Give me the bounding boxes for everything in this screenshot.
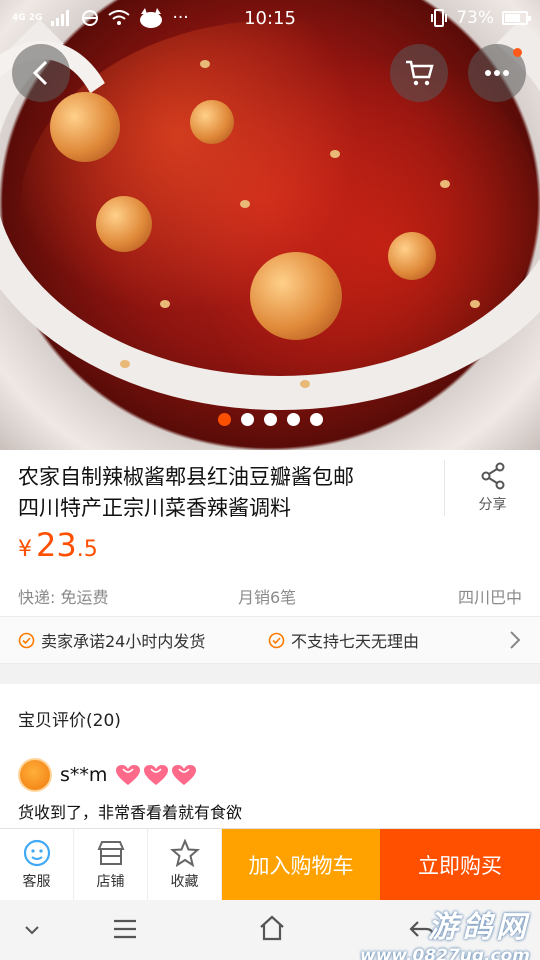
chevron-down-icon[interactable]: [24, 924, 40, 936]
soybean: [388, 232, 436, 280]
watermark-url: www.0827ug.com: [360, 946, 530, 960]
more-button[interactable]: [468, 44, 526, 102]
more-dots-icon: [485, 70, 509, 76]
chili-seed: [240, 200, 250, 208]
favorite-button[interactable]: 收藏: [148, 829, 222, 901]
carousel-dot[interactable]: [263, 413, 277, 426]
check-circle-icon: [268, 632, 285, 648]
shop-button[interactable]: 店铺: [74, 829, 148, 901]
share-icon: [481, 462, 504, 490]
star-icon: [169, 839, 200, 867]
notification-dot: [513, 48, 522, 57]
reviewer-name: s**m: [60, 764, 108, 786]
heart-icon: [116, 765, 141, 785]
avatar: [18, 758, 52, 792]
chevron-left-icon: [32, 60, 48, 86]
carousel-dot[interactable]: [286, 413, 300, 426]
soybean: [96, 196, 152, 252]
watermark: 游鸽网 www.0827ug.com: [360, 902, 530, 960]
chili-seed: [300, 380, 310, 388]
back-button[interactable]: [12, 44, 70, 102]
reviews-header[interactable]: 宝贝评价(20): [18, 706, 121, 731]
watermark-logo: 游鸽网: [428, 910, 530, 945]
heart-icon: [144, 765, 169, 785]
chili-seed: [200, 60, 210, 68]
home-icon[interactable]: [258, 914, 286, 942]
system-nav-bar: 游鸽网 www.0827ug.com: [0, 900, 540, 960]
guarantee-item: 卖家承诺24小时内发货: [18, 628, 205, 652]
guarantee-label: 不支持七天无理由: [291, 632, 420, 651]
share-button[interactable]: 分享: [444, 460, 540, 516]
carousel-dot[interactable]: [309, 413, 323, 426]
review-user: s**m: [18, 758, 197, 792]
chili-seed: [470, 300, 480, 308]
customer-service-label: 客服: [22, 874, 51, 890]
chili-seed: [330, 150, 340, 158]
chili-seed: [120, 360, 130, 368]
share-label: 分享: [478, 497, 507, 513]
cart-button[interactable]: [390, 44, 448, 102]
customer-service-icon: [23, 839, 50, 867]
clock: 10:15: [244, 7, 296, 29]
price-decimal: .5: [76, 537, 98, 562]
check-circle-icon: [18, 632, 35, 648]
product-title-line: 四川特产正宗川菜香辣酱调料: [18, 496, 291, 520]
shipping-info: 快递: 免运费: [18, 588, 109, 607]
guarantee-item: 不支持七天无理由: [268, 628, 419, 652]
chili-seed: [440, 180, 450, 188]
guarantee-label: 卖家承诺24小时内发货: [41, 632, 206, 651]
shop-icon: [96, 841, 125, 865]
customer-service-button[interactable]: 客服: [0, 829, 74, 901]
carousel-indicator: [0, 413, 540, 426]
shop-label: 店铺: [96, 874, 125, 890]
purchase-action-bar: 客服 店铺 收藏 加入购物车 立即购买: [0, 828, 540, 901]
price-integer: 23: [36, 526, 77, 564]
reviewer-level: [115, 764, 197, 786]
chili-seed: [160, 300, 170, 308]
price: ¥ 23 .5: [18, 526, 98, 564]
shopping-cart-icon: [406, 60, 434, 86]
reviews-section[interactable]: 宝贝评价(20) s**m 货收到了，非常香看着就有食欲: [0, 684, 540, 832]
chevron-right-icon: [510, 631, 521, 649]
status-bar: 4G 2G ··· 10:15 73%: [0, 0, 540, 36]
product-meta: 快递: 免运费 月销6笔 四川巴中: [18, 584, 522, 608]
product-image-carousel[interactable]: [0, 0, 540, 450]
carousel-dot[interactable]: [217, 413, 231, 426]
carousel-dot[interactable]: [240, 413, 254, 426]
review-text: 货收到了，非常香看着就有食欲: [18, 803, 243, 822]
product-title: 农家自制辣椒酱郫县红油豆瓣酱包邮 四川特产正宗川菜香辣酱调料: [18, 462, 428, 524]
buy-now-button[interactable]: 立即购买: [380, 829, 540, 900]
add-to-cart-button[interactable]: 加入购物车: [222, 829, 380, 900]
service-guarantees[interactable]: 卖家承诺24小时内发货 不支持七天无理由: [0, 616, 540, 664]
battery-icon: [502, 11, 531, 25]
menu-icon[interactable]: [112, 918, 138, 940]
favorite-label: 收藏: [170, 874, 199, 890]
price-currency: ¥: [18, 537, 32, 562]
ship-location: 四川巴中: [457, 588, 522, 607]
soybean: [50, 92, 120, 162]
monthly-sales: 月销6笔: [238, 588, 297, 607]
product-info: 农家自制辣椒酱郫县红油豆瓣酱包邮 四川特产正宗川菜香辣酱调料 分享 ¥ 23 .…: [0, 450, 540, 616]
heart-icon: [172, 765, 197, 785]
product-title-line: 农家自制辣椒酱郫县红油豆瓣酱包邮: [18, 465, 354, 489]
soybean: [250, 252, 342, 340]
soybean: [190, 100, 234, 144]
